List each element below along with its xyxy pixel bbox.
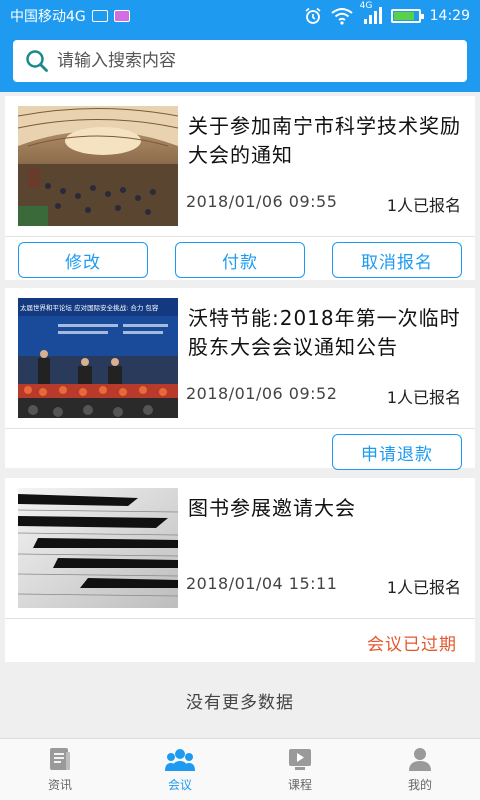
meeting-title[interactable]: 沃特节能:2018年第一次临时股东大会会议通知公告 xyxy=(188,304,463,362)
forum-banner-text: 太届世界和平论坛 应对国际安全挑战: 合力 包容 xyxy=(20,303,159,312)
tab-news[interactable]: 资讯 xyxy=(0,739,120,800)
gallery-notification-icon xyxy=(113,10,130,22)
carrier-name: 中国移动4G xyxy=(10,9,86,25)
tab-course[interactable]: 课程 xyxy=(240,739,360,800)
no-more-data-label: 没有更多数据 xyxy=(186,693,294,713)
card-divider xyxy=(5,428,475,429)
tab-label-news: 资讯 xyxy=(47,778,72,792)
registration-count: 1人已报名 xyxy=(386,196,461,215)
expired-status-label: 会议已过期 xyxy=(367,635,457,655)
registration-count: 1人已报名 xyxy=(386,388,461,407)
carrier-info: 中国移动4G xyxy=(10,6,130,26)
profile-icon xyxy=(409,748,431,771)
signal-indicator: 4G xyxy=(360,1,382,25)
clock: 14:29 xyxy=(429,8,470,24)
bottom-tab-bar: 资讯 会议 课程 我的 xyxy=(0,738,480,800)
card-divider xyxy=(5,618,475,619)
edit-button[interactable]: 修改 xyxy=(18,242,148,278)
tab-profile[interactable]: 我的 xyxy=(360,739,480,800)
meeting-icon xyxy=(165,749,195,771)
search-icon[interactable] xyxy=(25,49,49,73)
meeting-title[interactable]: 关于参加南宁市科学技术奖励大会的通知 xyxy=(188,112,463,170)
status-right: 4G 14:29 xyxy=(304,1,470,25)
tab-label-meeting: 会议 xyxy=(167,778,192,792)
card-divider xyxy=(5,236,475,237)
tab-meeting[interactable]: 会议 xyxy=(120,739,240,800)
meeting-title[interactable]: 图书参展邀请大会 xyxy=(188,494,463,523)
meeting-datetime: 2018/01/06 09:55 xyxy=(186,192,338,211)
cancel-registration-button[interactable]: 取消报名 xyxy=(332,242,462,278)
battery-icon xyxy=(390,9,424,23)
status-bar: 中国移动4G 4G 14:29 xyxy=(0,0,480,32)
registration-count: 1人已报名 xyxy=(386,578,461,597)
refund-request-button[interactable]: 申请退款 xyxy=(332,434,462,470)
tab-label-course: 课程 xyxy=(287,778,312,792)
meeting-card[interactable]: 关于参加南宁市科学技术奖励大会的通知 2018/01/06 09:55 1人已报… xyxy=(5,96,475,280)
search-box[interactable] xyxy=(13,40,467,82)
meeting-datetime: 2018/01/06 09:52 xyxy=(186,384,338,403)
meeting-thumbnail-piano xyxy=(18,488,178,608)
search-header xyxy=(0,32,480,92)
meeting-datetime: 2018/01/04 15:11 xyxy=(186,574,338,593)
notification-icon xyxy=(91,10,108,22)
network-type: 4G xyxy=(359,1,373,11)
meeting-thumbnail-forum-stage: 太届世界和平论坛 应对国际安全挑战: 合力 包容 xyxy=(18,298,178,418)
pay-button[interactable]: 付款 xyxy=(175,242,305,278)
alarm-icon xyxy=(305,7,321,24)
search-input[interactable] xyxy=(57,51,455,71)
battery-fill xyxy=(393,12,415,20)
course-icon xyxy=(289,749,311,770)
wifi-icon xyxy=(331,8,353,25)
news-icon xyxy=(50,748,70,770)
tab-label-profile: 我的 xyxy=(407,778,432,792)
meeting-card[interactable]: 图书参展邀请大会 2018/01/04 15:11 1人已报名 会议已过期 xyxy=(5,478,475,662)
meeting-card[interactable]: 太届世界和平论坛 应对国际安全挑战: 合力 包容 沃特节能:2018年第一次临时… xyxy=(5,288,475,470)
meeting-thumbnail-conference-hall xyxy=(18,106,178,226)
